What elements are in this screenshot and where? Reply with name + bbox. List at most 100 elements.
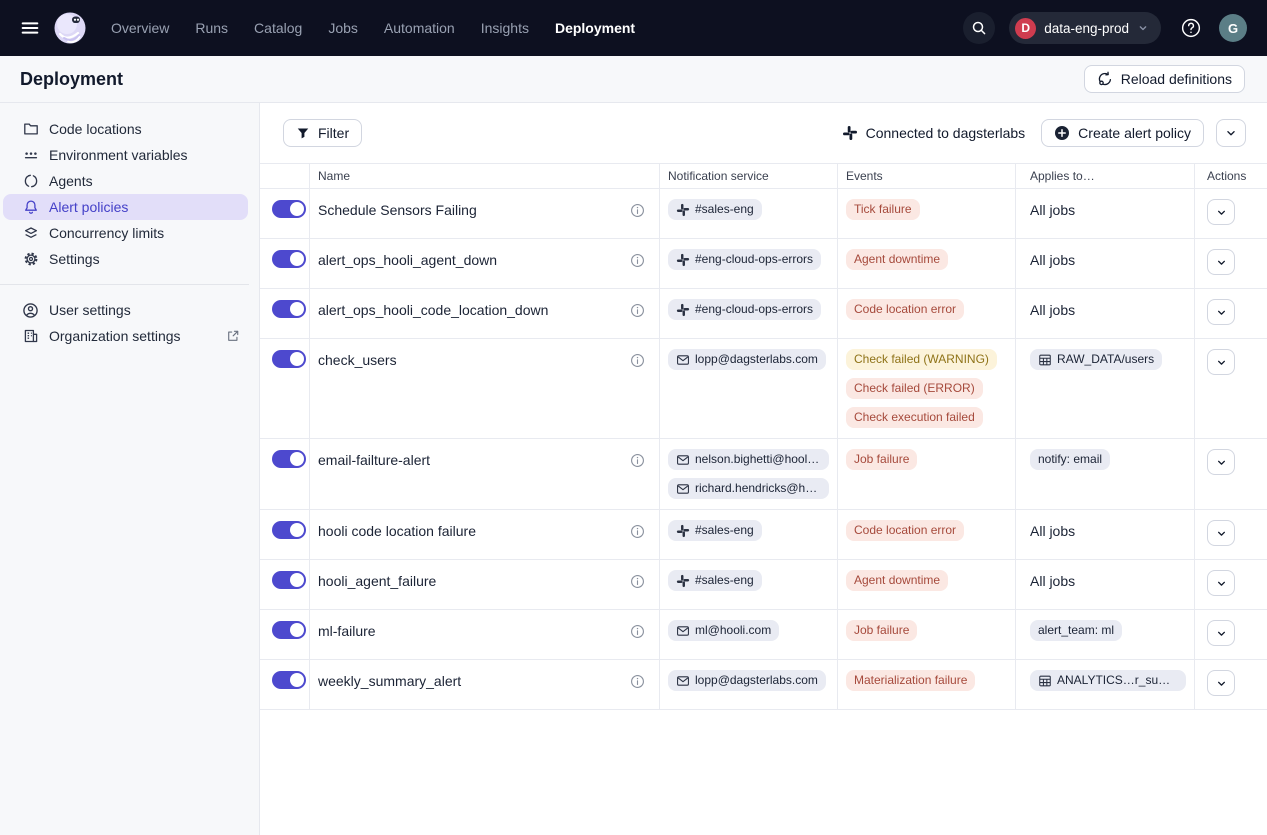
alert-enabled-toggle[interactable] bbox=[272, 450, 306, 468]
info-icon[interactable] bbox=[630, 303, 645, 318]
row-actions-button[interactable] bbox=[1207, 570, 1235, 596]
alert-enabled-toggle[interactable] bbox=[272, 250, 306, 268]
policy-name: Schedule Sensors Failing bbox=[318, 202, 477, 218]
row-actions-button[interactable] bbox=[1207, 199, 1235, 225]
notification-service-cell: #eng-cloud-ops-errors bbox=[660, 239, 838, 288]
sidebar-item-environment-variables[interactable]: Environment variables bbox=[3, 142, 248, 168]
filter-button[interactable]: Filter bbox=[283, 119, 362, 147]
event-tag: Agent downtime bbox=[846, 249, 948, 270]
actions-cell bbox=[1195, 660, 1267, 709]
row-actions-button[interactable] bbox=[1207, 449, 1235, 475]
applies-to-tag: RAW_DATA/users bbox=[1030, 349, 1162, 370]
policy-name: hooli code location failure bbox=[318, 523, 476, 539]
toggle-cell bbox=[260, 610, 310, 659]
info-icon[interactable] bbox=[630, 524, 645, 539]
events-cell: Materialization failure bbox=[838, 660, 1016, 709]
info-icon[interactable] bbox=[630, 453, 645, 468]
deployment-avatar: D bbox=[1015, 18, 1036, 39]
event-tag: Materialization failure bbox=[846, 670, 975, 691]
sidebar-item-organization-settings[interactable]: Organization settings bbox=[3, 323, 248, 349]
alert-policies-table: NameNotification serviceEventsApplies to… bbox=[260, 163, 1267, 710]
sidebar-item-agents[interactable]: Agents bbox=[3, 168, 248, 194]
create-alert-policy-button[interactable]: Create alert policy bbox=[1041, 119, 1204, 147]
nav-item-automation[interactable]: Automation bbox=[384, 20, 455, 36]
name-cell: check_users bbox=[310, 339, 660, 438]
sidebar-item-code-locations[interactable]: Code locations bbox=[3, 116, 248, 142]
deployment-name: data-eng-prod bbox=[1044, 21, 1129, 36]
notification-service-cell: #sales-eng bbox=[660, 510, 838, 559]
row-actions-button[interactable] bbox=[1207, 520, 1235, 546]
nav-item-overview[interactable]: Overview bbox=[111, 20, 169, 36]
nav-item-insights[interactable]: Insights bbox=[481, 20, 529, 36]
sidebar-secondary-items: User settings Organization settings bbox=[0, 297, 259, 349]
info-icon[interactable] bbox=[630, 203, 645, 218]
slack-connected-status: Connected to dagsterlabs bbox=[842, 125, 1026, 141]
alert-enabled-toggle[interactable] bbox=[272, 350, 306, 368]
event-tag-label: Code location error bbox=[854, 302, 956, 317]
info-icon[interactable] bbox=[630, 624, 645, 639]
notification-tag: ml@hooli.com bbox=[668, 620, 779, 641]
sidebar-item-alert-policies[interactable]: Alert policies bbox=[3, 194, 248, 220]
alert-policy-row-weekly-summary-alert: weekly_summary_alertlopp@dagsterlabs.com… bbox=[260, 660, 1267, 710]
applies-to-cell: All jobs bbox=[1016, 560, 1195, 609]
actions-cell bbox=[1195, 560, 1267, 609]
name-cell: hooli_agent_failure bbox=[310, 560, 660, 609]
sidebar-item-concurrency-limits[interactable]: Concurrency limits bbox=[3, 220, 248, 246]
toggle-cell bbox=[260, 289, 310, 338]
actions-cell bbox=[1195, 610, 1267, 659]
chevron-down-icon bbox=[1137, 22, 1149, 34]
row-actions-button[interactable] bbox=[1207, 620, 1235, 646]
notification-tag: #sales-eng bbox=[668, 199, 762, 220]
row-actions-button[interactable] bbox=[1207, 249, 1235, 275]
chevron-down-icon bbox=[1215, 527, 1228, 540]
event-tag: Check execution failed bbox=[846, 407, 983, 428]
column-header-toggle bbox=[260, 164, 310, 188]
nav-item-runs[interactable]: Runs bbox=[195, 20, 228, 36]
row-actions-button[interactable] bbox=[1207, 670, 1235, 696]
alert-enabled-toggle[interactable] bbox=[272, 671, 306, 689]
toggle-cell bbox=[260, 339, 310, 438]
info-icon[interactable] bbox=[630, 574, 645, 589]
name-cell: hooli code location failure bbox=[310, 510, 660, 559]
row-actions-button[interactable] bbox=[1207, 349, 1235, 375]
info-icon[interactable] bbox=[630, 674, 645, 689]
name-cell: alert_ops_hooli_agent_down bbox=[310, 239, 660, 288]
nav-item-catalog[interactable]: Catalog bbox=[254, 20, 302, 36]
sidebar-item-user-settings[interactable]: User settings bbox=[3, 297, 248, 323]
nav-item-deployment[interactable]: Deployment bbox=[555, 20, 635, 36]
chevron-down-icon bbox=[1215, 256, 1228, 269]
chevron-down-icon bbox=[1215, 677, 1228, 690]
toggle-cell bbox=[260, 239, 310, 288]
hamburger-menu-icon[interactable] bbox=[16, 14, 44, 42]
policy-name: weekly_summary_alert bbox=[318, 673, 461, 689]
event-tag-label: Tick failure bbox=[854, 202, 912, 217]
alert-enabled-toggle[interactable] bbox=[272, 200, 306, 218]
sidebar-item-label: User settings bbox=[49, 302, 131, 318]
applies-to-tag: notify: email bbox=[1030, 449, 1110, 470]
alert-enabled-toggle[interactable] bbox=[272, 521, 306, 539]
notification-service-cell: nelson.bighetti@hooli.co…richard.hendric… bbox=[660, 439, 838, 509]
create-alert-policy-menu-button[interactable] bbox=[1216, 119, 1246, 147]
column-header-notification-service: Notification service bbox=[660, 164, 838, 188]
notification-service-cell: ml@hooli.com bbox=[660, 610, 838, 659]
deployment-switcher[interactable]: D data-eng-prod bbox=[1009, 12, 1161, 44]
reload-definitions-button[interactable]: Reload definitions bbox=[1084, 65, 1245, 93]
policy-name: alert_ops_hooli_code_location_down bbox=[318, 302, 548, 318]
alert-enabled-toggle[interactable] bbox=[272, 300, 306, 318]
user-avatar[interactable]: G bbox=[1219, 14, 1247, 42]
help-icon[interactable] bbox=[1175, 12, 1207, 44]
info-icon[interactable] bbox=[630, 353, 645, 368]
nav-item-jobs[interactable]: Jobs bbox=[328, 20, 358, 36]
sidebar-item-settings[interactable]: Settings bbox=[3, 246, 248, 272]
search-icon[interactable] bbox=[963, 12, 995, 44]
dagster-logo[interactable] bbox=[52, 10, 88, 46]
row-actions-button[interactable] bbox=[1207, 299, 1235, 325]
alert-enabled-toggle[interactable] bbox=[272, 621, 306, 639]
applies-to-tag-label: notify: email bbox=[1038, 452, 1102, 467]
notification-tag-label: ml@hooli.com bbox=[695, 623, 771, 638]
filter-label: Filter bbox=[318, 125, 349, 141]
info-icon[interactable] bbox=[630, 253, 645, 268]
sidebar-item-label: Concurrency limits bbox=[49, 225, 164, 241]
event-tag: Agent downtime bbox=[846, 570, 948, 591]
alert-enabled-toggle[interactable] bbox=[272, 571, 306, 589]
